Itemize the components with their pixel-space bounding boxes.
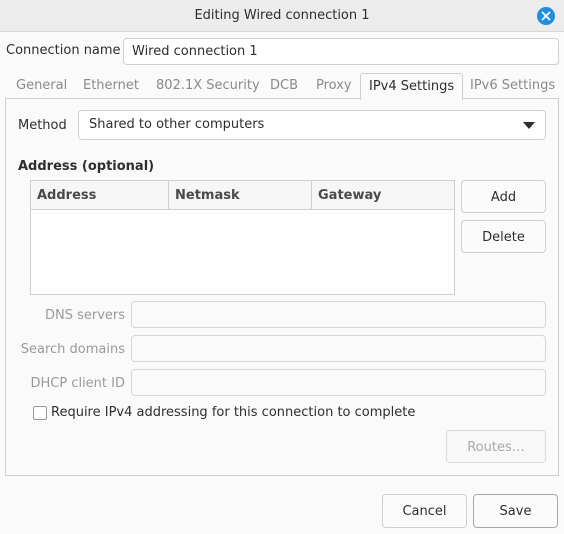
cancel-button-label: Cancel	[402, 504, 447, 519]
search-domains-label: Search domains	[20, 342, 125, 357]
tab-ethernet[interactable]: Ethernet	[83, 73, 139, 99]
tab-ipv6-settings[interactable]: IPv6 Settings	[470, 73, 555, 99]
cancel-button[interactable]: Cancel	[382, 494, 467, 528]
address-table-header: Address Netmask Gateway	[31, 181, 454, 210]
delete-button[interactable]: Delete	[461, 220, 546, 253]
delete-button-label: Delete	[482, 230, 525, 245]
add-button[interactable]: Add	[461, 180, 546, 213]
method-value: Shared to other computers	[89, 117, 265, 132]
require-ipv4-label[interactable]: Require IPv4 addressing for this connect…	[51, 405, 415, 420]
method-label: Method	[18, 118, 67, 133]
save-button-label: Save	[499, 504, 532, 519]
tab-dcb[interactable]: DCB	[270, 73, 298, 99]
column-header-gateway[interactable]: Gateway	[312, 181, 454, 209]
close-icon	[541, 11, 551, 21]
routes-button[interactable]: Routes…	[446, 430, 546, 463]
dhcp-client-id-input[interactable]	[131, 369, 546, 396]
require-ipv4-checkbox[interactable]	[33, 406, 47, 420]
connection-name-input[interactable]: Wired connection 1	[123, 38, 559, 65]
address-table[interactable]: Address Netmask Gateway	[30, 180, 455, 295]
save-button[interactable]: Save	[473, 494, 558, 528]
dhcp-client-id-label: DHCP client ID	[30, 376, 125, 391]
search-domains-input[interactable]	[131, 335, 546, 362]
add-button-label: Add	[490, 190, 517, 205]
address-section-title: Address (optional)	[18, 159, 155, 174]
column-header-address[interactable]: Address	[31, 181, 169, 209]
tab-ipv4-settings[interactable]: IPv4 Settings	[360, 73, 464, 100]
connection-name-label: Connection name	[6, 43, 121, 58]
tab-proxy[interactable]: Proxy	[316, 73, 352, 99]
routes-button-label: Routes…	[467, 440, 525, 455]
column-header-netmask[interactable]: Netmask	[169, 181, 312, 209]
method-dropdown[interactable]: Shared to other computers	[78, 110, 546, 140]
dns-servers-label: DNS servers	[44, 308, 125, 323]
tab-general[interactable]: General	[16, 73, 67, 99]
dropdown-arrow-icon	[523, 122, 535, 129]
tab-8021x-security[interactable]: 802.1X Security	[156, 73, 260, 99]
window-title: Editing Wired connection 1	[194, 8, 370, 23]
dns-servers-input[interactable]	[131, 301, 546, 328]
title-bar: Editing Wired connection 1	[0, 0, 564, 32]
close-button[interactable]	[537, 7, 555, 25]
